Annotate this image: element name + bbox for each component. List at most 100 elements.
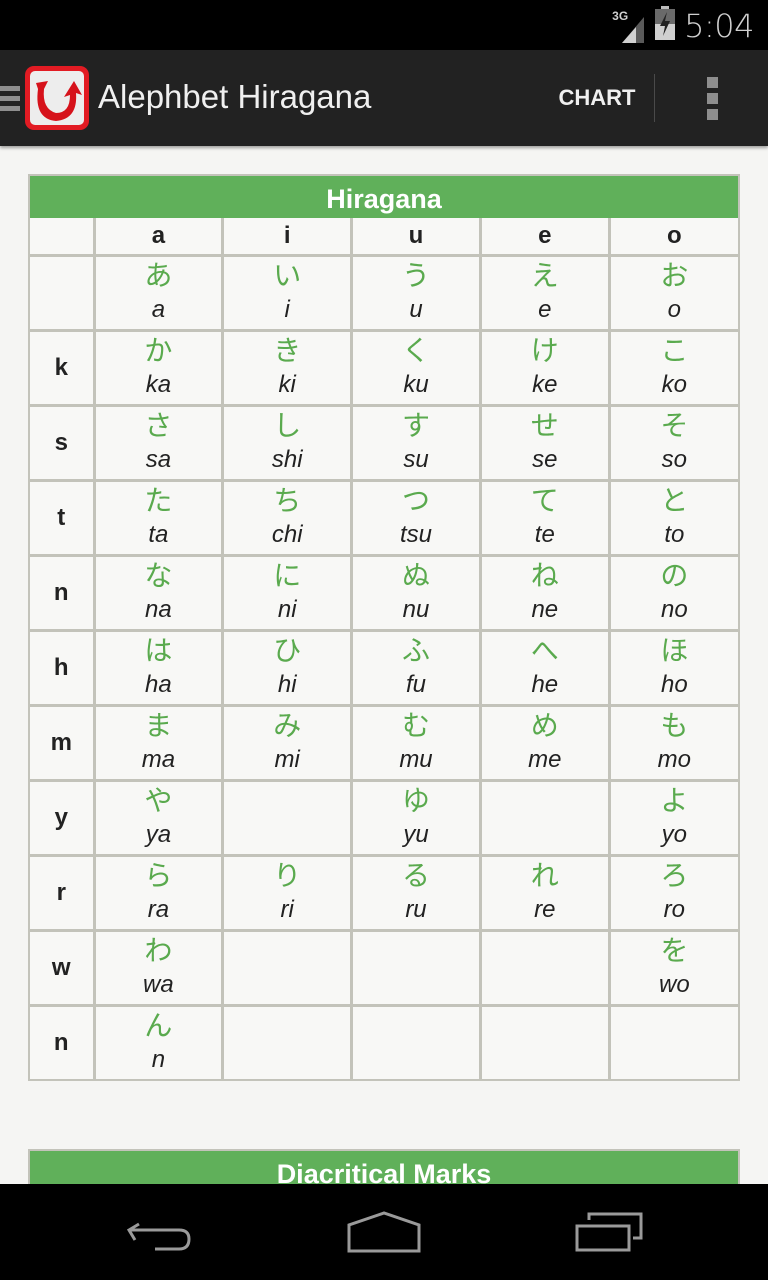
kana-cell[interactable]: か ka (92, 329, 225, 407)
kana-cell[interactable]: へ he (478, 629, 611, 707)
kana-cell[interactable]: ま ma (92, 704, 225, 782)
romaji-label: ho (660, 671, 688, 698)
kana-cell[interactable]: な na (92, 554, 225, 632)
kana-cell[interactable]: ひ hi (221, 629, 354, 707)
kana-cell[interactable]: つ tsu (350, 479, 482, 557)
kana-cell[interactable]: んn (92, 1004, 225, 1079)
kana-cell[interactable]: わ wa (92, 929, 225, 1007)
kana-cell[interactable]: えe (478, 254, 611, 332)
kana-character: ひ (273, 634, 302, 667)
romaji-label: wa (143, 971, 174, 998)
row-label: y (30, 779, 96, 857)
romaji-label: tsu (399, 521, 432, 548)
column-header: i (221, 218, 354, 257)
recents-button[interactable] (540, 1184, 680, 1280)
kana-cell[interactable]: ほ ho (607, 629, 738, 707)
kana-cell[interactable]: れ re (478, 854, 611, 932)
romaji-label: ni (277, 596, 297, 623)
kana-row: m ま ma み mi む mu め me も mo (30, 704, 738, 782)
kana-cell[interactable]: おo (607, 254, 738, 332)
status-bar: 3G 5:04 (0, 0, 768, 50)
kana-character: す (401, 409, 430, 442)
romaji-label: to (664, 521, 685, 548)
kana-row: y や ya ゆ yu よ yo (30, 779, 738, 857)
row-label: n (30, 1004, 96, 1079)
kana-cell[interactable]: ゆ yu (350, 779, 482, 857)
kana-cell[interactable]: いi (221, 254, 354, 332)
chart-button[interactable]: CHART (540, 50, 654, 146)
kana-cell[interactable]: す su (350, 404, 482, 482)
kana-cell[interactable]: あa (92, 254, 225, 332)
kana-cell (221, 779, 354, 857)
romaji-label: no (660, 596, 688, 623)
kana-character: そ (660, 409, 689, 442)
kana-cell[interactable]: を wo (607, 929, 738, 1007)
kana-cell[interactable]: こ ko (607, 329, 738, 407)
column-header: u (350, 218, 482, 257)
romaji-label: n (151, 1046, 166, 1073)
kana-cell[interactable]: と to (607, 479, 738, 557)
kana-cell[interactable]: め me (478, 704, 611, 782)
kana-cell[interactable]: く ku (350, 329, 482, 407)
kana-cell[interactable]: る ru (350, 854, 482, 932)
kana-cell[interactable]: み mi (221, 704, 354, 782)
romaji-label: so (661, 446, 688, 473)
kana-cell[interactable]: は ha (92, 629, 225, 707)
romaji-label: shi (271, 446, 303, 473)
drawer-menu-icon[interactable] (0, 86, 20, 116)
kana-row: n な na に ni ぬ nu ね ne の no (30, 554, 738, 632)
kana-cell[interactable]: ふ fu (350, 629, 482, 707)
hiragana-table: a i u e o あ a い i う u え e お o k か ka き ki く ku け ke こ ko s さ sa… (30, 218, 738, 1079)
kana-cell (478, 929, 611, 1007)
kana-character: に (273, 559, 302, 592)
kana-cell (221, 929, 354, 1007)
kana-cell[interactable]: む mu (350, 704, 482, 782)
kana-character: ね (530, 559, 559, 592)
kana-cell[interactable]: た ta (92, 479, 225, 557)
romaji-label: sa (145, 446, 172, 473)
kana-cell (478, 779, 611, 857)
kana-cell[interactable]: し shi (221, 404, 354, 482)
kana-character: え (530, 259, 559, 292)
kana-cell[interactable]: そ so (607, 404, 738, 482)
kana-cell[interactable]: うu (350, 254, 482, 332)
kana-character: て (530, 484, 559, 517)
kana-character: る (401, 859, 430, 892)
kana-cell[interactable]: て te (478, 479, 611, 557)
romaji-label: me (528, 746, 562, 773)
kana-cell[interactable]: に ni (221, 554, 354, 632)
kana-character: ら (144, 859, 173, 892)
kana-cell[interactable]: り ri (221, 854, 354, 932)
kana-cell[interactable]: ぬ nu (350, 554, 482, 632)
kana-cell[interactable]: ろ ro (607, 854, 738, 932)
kana-row: r ら ra り ri る ru れ re ろ ro (30, 854, 738, 932)
back-icon (126, 1222, 191, 1251)
overflow-menu-icon[interactable] (690, 50, 734, 146)
kana-character: と (660, 484, 689, 517)
kana-character: お (660, 259, 689, 292)
kana-cell[interactable]: せ se (478, 404, 611, 482)
kana-character: へ (530, 634, 559, 667)
hiragana-table-card: Hiragana a i u e o あ a い i う u え e お o k か ka き ki く ku け… (28, 174, 740, 1081)
kana-cell[interactable]: の no (607, 554, 738, 632)
kana-cell[interactable]: も mo (607, 704, 738, 782)
kana-cell[interactable]: や ya (92, 779, 225, 857)
kana-cell[interactable]: け ke (478, 329, 611, 407)
romaji-label: na (145, 596, 172, 623)
kana-cell[interactable]: ち chi (221, 479, 354, 557)
app-logo[interactable] (25, 66, 89, 130)
kana-cell[interactable]: き ki (221, 329, 354, 407)
row-label: r (30, 854, 96, 932)
kana-cell[interactable]: よ yo (607, 779, 738, 857)
kana-cell[interactable]: さ sa (92, 404, 225, 482)
kana-cell[interactable]: ら ra (92, 854, 225, 932)
romaji-label: wo (659, 971, 690, 998)
navigation-bar (0, 1184, 768, 1280)
kana-row: あaいiうuえeおo (30, 254, 738, 332)
romaji-label: se (532, 446, 558, 473)
home-button[interactable] (314, 1184, 454, 1280)
back-button[interactable] (90, 1184, 230, 1280)
column-header: a (92, 218, 225, 257)
kana-cell[interactable]: ね ne (478, 554, 611, 632)
kana-character: め (530, 709, 559, 742)
